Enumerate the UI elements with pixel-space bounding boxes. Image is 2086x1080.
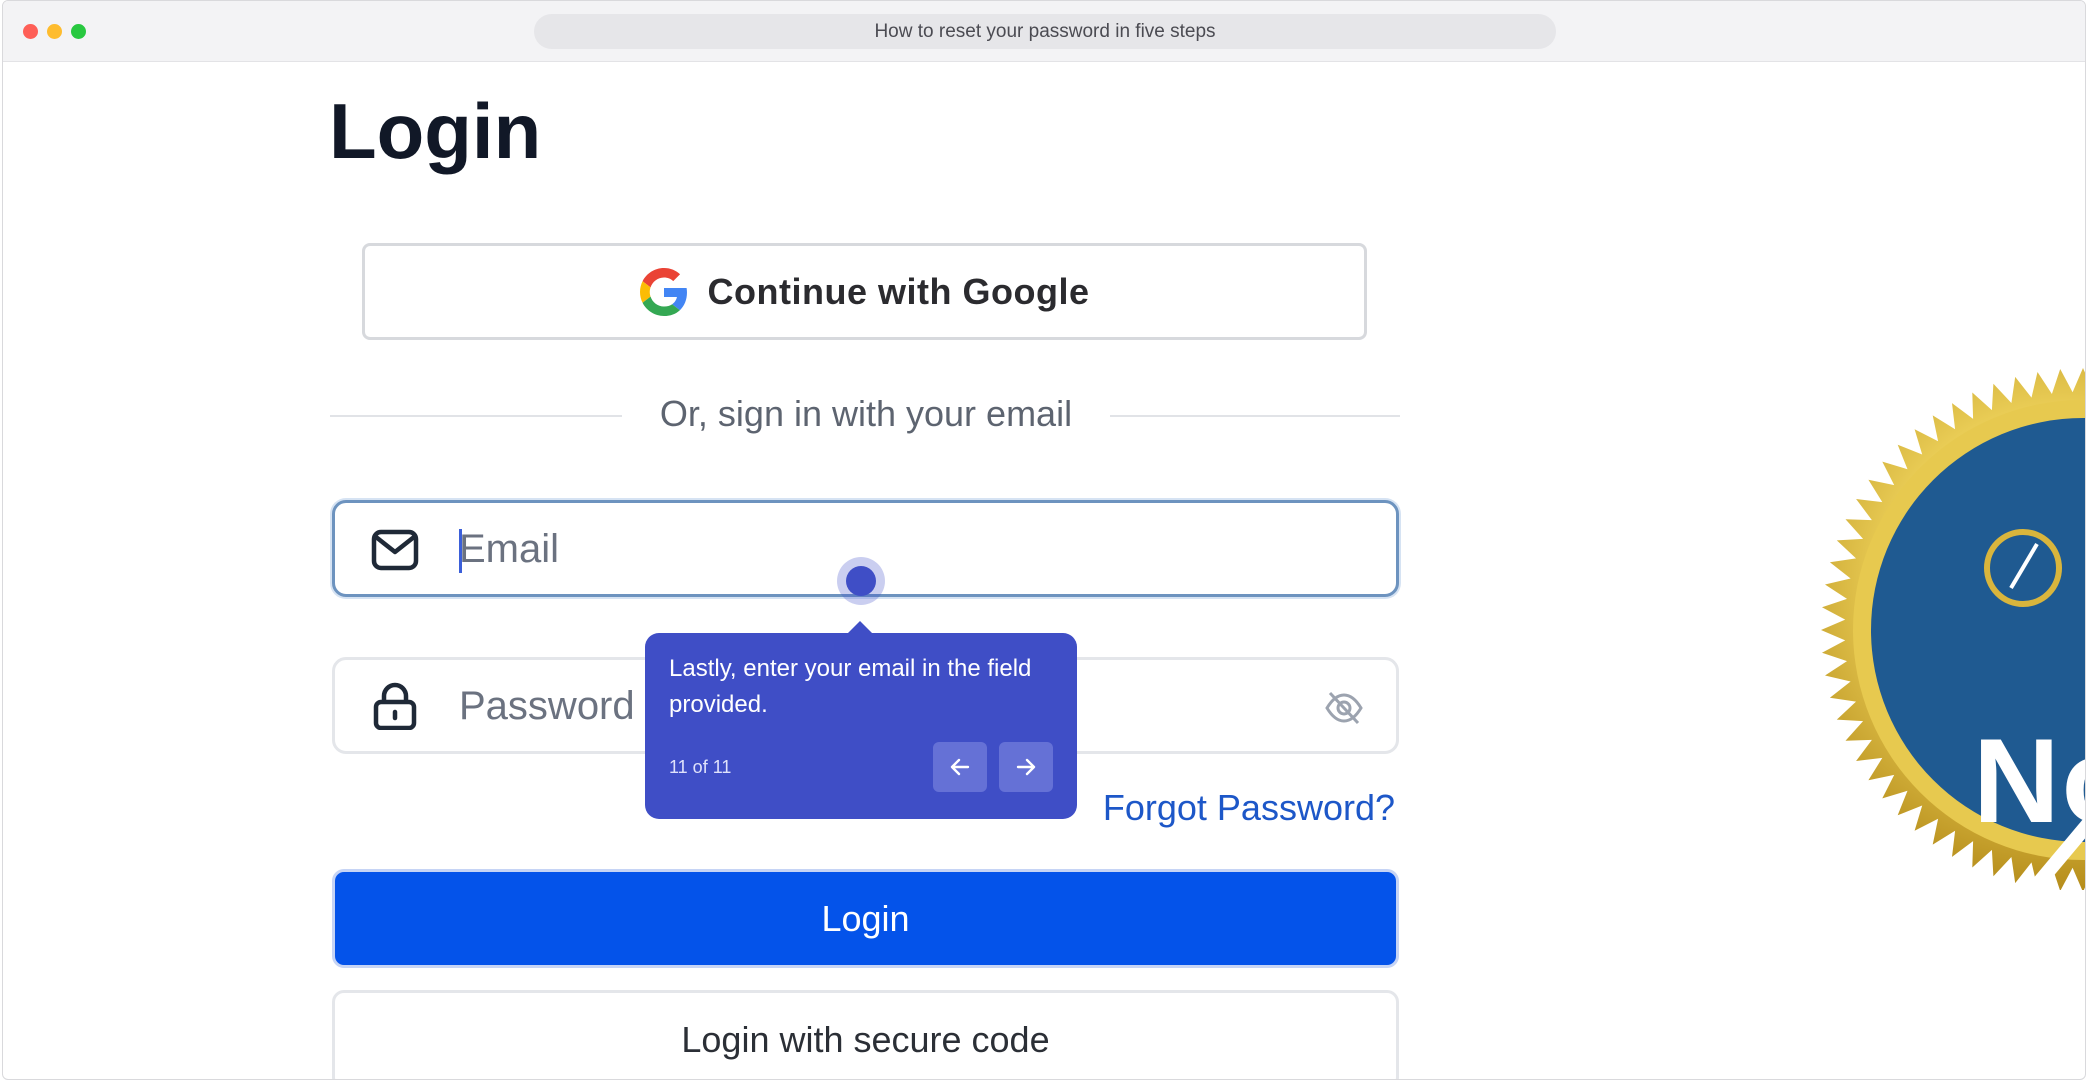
email-placeholder: Email xyxy=(459,527,560,571)
next-step-button[interactable] xyxy=(999,742,1053,792)
login-button[interactable]: Login xyxy=(332,869,1399,968)
lock-icon xyxy=(373,682,417,730)
seal-text-small: Notary xyxy=(1971,897,2072,935)
login-with-secure-code-button[interactable]: Login with secure code xyxy=(332,990,1399,1079)
divider-line-right xyxy=(1110,415,1400,417)
google-button-label: Continue with Google xyxy=(707,270,1090,312)
seal-text-large: No xyxy=(1973,714,2085,848)
divider-text: Or, sign in with your email xyxy=(659,393,1073,434)
close-window-button[interactable] xyxy=(23,24,38,39)
arrow-right-icon xyxy=(1016,758,1036,776)
forgot-password-link[interactable]: Forgot Password? xyxy=(1103,787,1395,829)
previous-step-button[interactable] xyxy=(933,742,987,792)
walkthrough-tooltip: Lastly, enter your email in the field pr… xyxy=(645,621,1077,819)
minimize-window-button[interactable] xyxy=(47,24,62,39)
arrow-left-icon xyxy=(950,758,970,776)
tooltip-message: Lastly, enter your email in the field pr… xyxy=(669,655,1032,718)
walkthrough-hotspot[interactable] xyxy=(846,566,876,596)
continue-with-google-button[interactable]: Continue with Google xyxy=(362,243,1367,340)
browser-window: How to reset your password in five steps… xyxy=(2,0,2086,1080)
title-bar: How to reset your password in five steps xyxy=(3,1,2085,62)
google-logo-icon xyxy=(639,267,687,316)
step-counter: 11 of 11 xyxy=(669,757,732,777)
page-title: Login xyxy=(329,87,542,175)
password-placeholder: Password xyxy=(459,684,635,728)
address-bar[interactable]: How to reset your password in five steps xyxy=(534,14,1556,49)
maximize-window-button[interactable] xyxy=(71,24,86,39)
page-content: Login Continue with Google Or, sign in w… xyxy=(3,62,2085,1079)
eye-off-icon[interactable] xyxy=(1324,691,1364,725)
envelope-icon xyxy=(371,529,419,571)
divider-line-left xyxy=(330,415,622,417)
